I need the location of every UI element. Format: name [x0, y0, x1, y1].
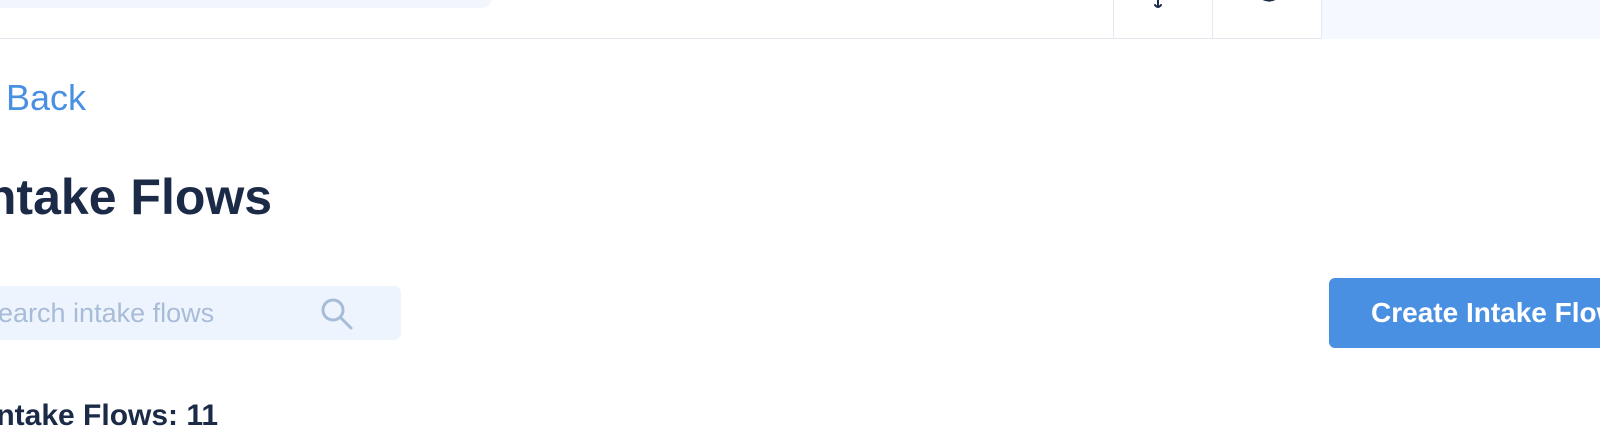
- user-menu-cell[interactable]: [1321, 0, 1600, 39]
- intake-flows-count: Intake Flows: 11: [0, 399, 219, 432]
- search-field[interactable]: [0, 286, 401, 340]
- page-title: Intake Flows: [0, 169, 273, 225]
- top-navigation-bar: [0, 0, 1600, 39]
- global-search-bar[interactable]: [0, 0, 492, 8]
- help-icon[interactable]: [1254, 0, 1284, 4]
- search-icon[interactable]: [320, 297, 354, 331]
- search-input[interactable]: [0, 286, 300, 340]
- create-intake-flow-button[interactable]: Create Intake Flow: [1329, 278, 1600, 348]
- bell-icon[interactable]: [1150, 0, 1166, 10]
- back-link[interactable]: Back: [6, 80, 86, 116]
- help-cell[interactable]: [1212, 0, 1320, 39]
